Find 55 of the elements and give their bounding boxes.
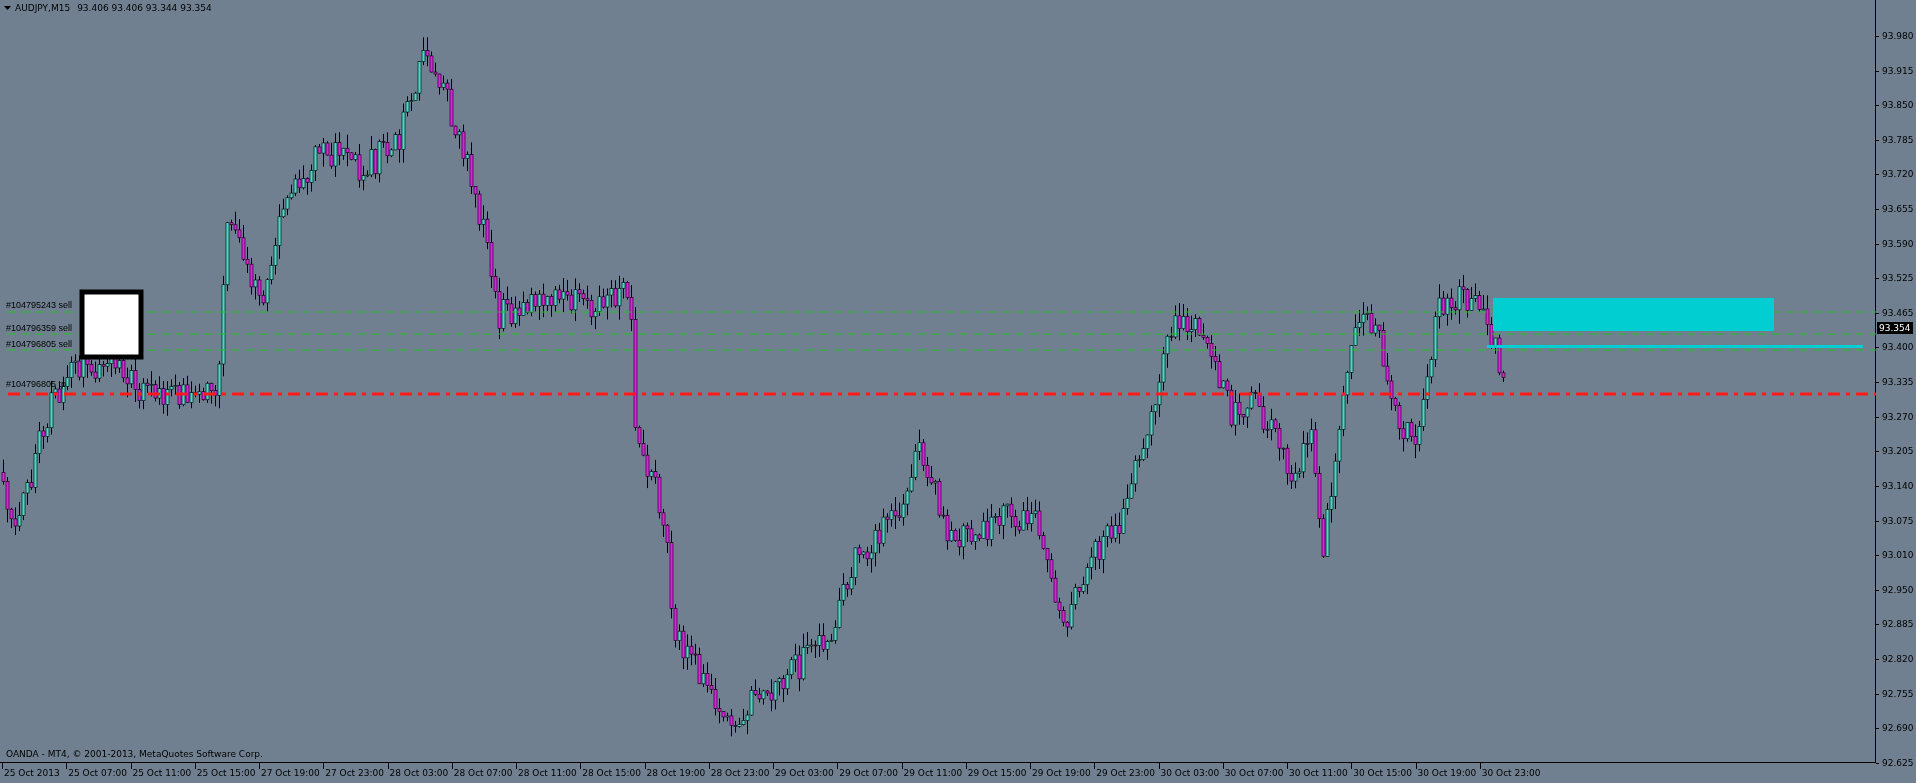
time-label: 28 Oct 11:00 xyxy=(518,767,578,779)
time-label: 29 Oct 11:00 xyxy=(903,767,964,779)
order-label: #104796359 sell xyxy=(6,323,73,333)
price-label: 93.075 xyxy=(1882,514,1914,527)
time-label: 30 Oct 23:00 xyxy=(1481,767,1542,779)
price-label: 93.400 xyxy=(1882,341,1914,354)
time-label: 25 Oct 2013 xyxy=(4,767,61,779)
order-label: #104796805 sell xyxy=(6,339,73,349)
price-label: 93.335 xyxy=(1882,376,1914,389)
time-label: 28 Oct 15:00 xyxy=(582,767,642,779)
price-label: 93.785 xyxy=(1882,133,1914,146)
copyright-text: OANDA - MT4, © 2001-2013, MetaQuotes Software Corp. xyxy=(6,749,263,759)
price-label: 92.885 xyxy=(1882,618,1914,631)
price-label: 93.655 xyxy=(1882,203,1914,216)
time-label: 25 Oct 07:00 xyxy=(68,767,128,779)
price-label: 93.270 xyxy=(1882,410,1914,423)
time-label: 30 Oct 15:00 xyxy=(1353,767,1413,779)
price-label: 93.465 xyxy=(1882,306,1914,319)
price-label: 93.590 xyxy=(1882,237,1914,250)
time-label: 30 Oct 03:00 xyxy=(1160,767,1221,779)
price-label: 92.755 xyxy=(1882,687,1914,700)
time-label: 29 Oct 07:00 xyxy=(839,767,899,779)
price-label: 93.850 xyxy=(1882,99,1914,112)
price-label: 93.010 xyxy=(1882,549,1914,562)
time-label: 29 Oct 15:00 xyxy=(967,767,1028,779)
time-label: 30 Oct 11:00 xyxy=(1289,767,1349,779)
price-label: 92.820 xyxy=(1882,652,1914,665)
time-label: 28 Oct 03:00 xyxy=(389,767,450,779)
order-marker xyxy=(79,289,144,360)
price-label: 93.915 xyxy=(1882,64,1914,77)
time-label: 27 Oct 23:00 xyxy=(325,767,385,779)
ohlc-values: 93.406 93.406 93.344 93.354 xyxy=(77,3,212,13)
price-label: 92.950 xyxy=(1882,583,1914,596)
price-label: 92.690 xyxy=(1882,722,1914,735)
price-label: 93.980 xyxy=(1882,30,1914,42)
time-label: 29 Oct 19:00 xyxy=(1032,767,1092,779)
time-label: 30 Oct 19:00 xyxy=(1417,767,1478,779)
price-label: 93.525 xyxy=(1882,272,1914,285)
symbol-label: AUDJPY,M15 xyxy=(15,3,71,13)
price-label: 93.720 xyxy=(1882,168,1914,181)
time-label: 28 Oct 19:00 xyxy=(646,767,707,779)
time-label: 25 Oct 15:00 xyxy=(196,767,257,779)
order-label: #104795243 sell xyxy=(6,300,73,310)
time-label: 28 Oct 23:00 xyxy=(710,767,771,779)
time-label: 25 Oct 11:00 xyxy=(132,767,193,779)
price-label: 92.625 xyxy=(1882,756,1914,769)
current-price-label: 93.354 xyxy=(1877,322,1913,334)
time-label: 28 Oct 07:00 xyxy=(453,767,514,779)
time-label: 29 Oct 23:00 xyxy=(1096,767,1156,779)
time-label: 27 Oct 19:00 xyxy=(261,767,321,779)
time-label: 30 Oct 07:00 xyxy=(1224,767,1285,779)
price-label: 93.205 xyxy=(1882,445,1914,458)
price-label: 93.140 xyxy=(1882,479,1914,492)
time-label: 29 Oct 03:00 xyxy=(775,767,835,779)
dropdown-icon[interactable] xyxy=(4,6,11,10)
